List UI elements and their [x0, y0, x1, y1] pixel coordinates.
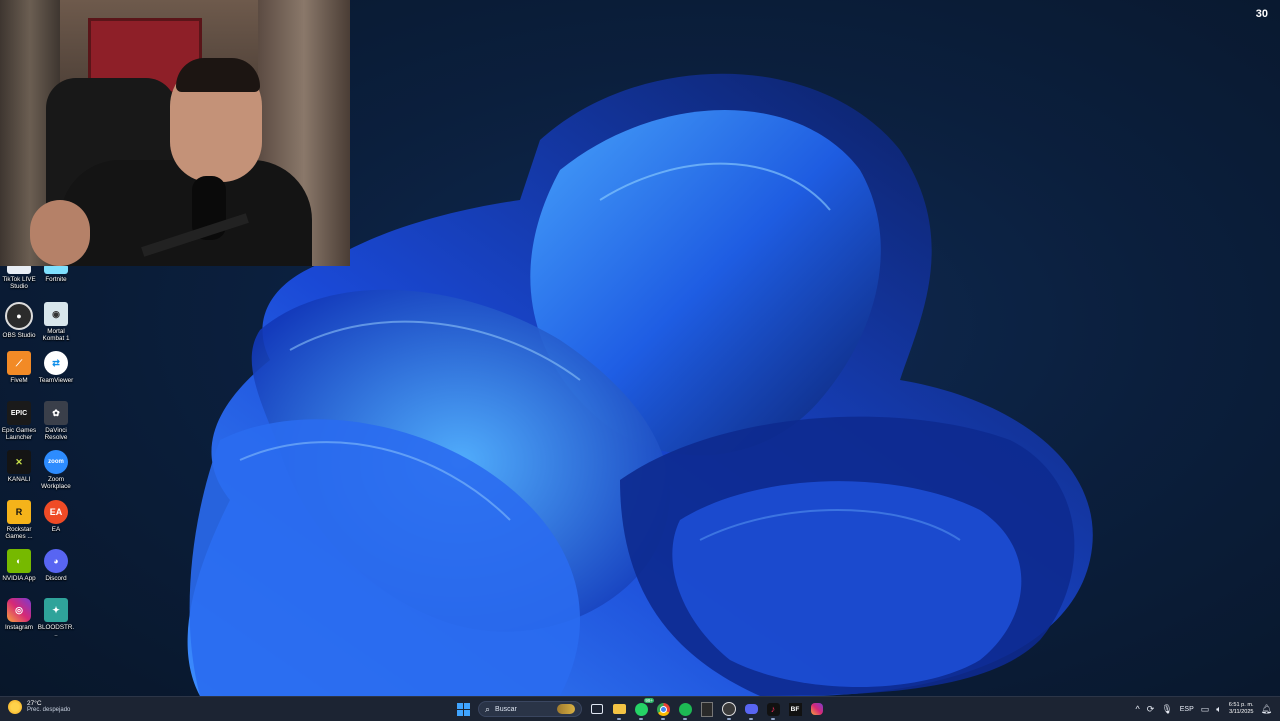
desktop-icon-kanali[interactable]: ✕ KANALI: [0, 450, 38, 483]
taskbar: 27°C Prec. despejado ⌕ Buscar 99+ ♪ BF ^…: [0, 696, 1280, 721]
desktop-icon-label: Instagram: [5, 624, 33, 631]
taskbar-clock[interactable]: 6:51 p. m. 3/11/2025: [1229, 702, 1254, 716]
microphone-icon[interactable]: 🎙︎: [1161, 704, 1172, 715]
search-highlight-icon: [557, 704, 575, 714]
windows-logo-icon: [456, 702, 470, 716]
taskbar-search-box[interactable]: ⌕ Buscar: [478, 701, 582, 717]
zoom-icon: zoom: [44, 450, 68, 474]
desktop-icon-rockstar-games[interactable]: R Rockstar Games ...: [0, 500, 38, 541]
taskbar-app-epic-games[interactable]: [698, 700, 716, 718]
discord-icon: [744, 704, 758, 714]
desktop-icon-teamviewer[interactable]: ⇄ TeamViewer: [37, 351, 75, 384]
chevron-up-icon[interactable]: ^: [1136, 704, 1140, 714]
spotify-icon: [678, 702, 692, 716]
notification-bell-icon[interactable]: 🔔︎: [1261, 704, 1272, 715]
kanali-icon: ✕: [7, 450, 31, 474]
webcam-person-body: [60, 160, 312, 266]
chrome-icon: [656, 702, 670, 716]
taskbar-app-obs[interactable]: [720, 700, 738, 720]
language-indicator[interactable]: ESP: [1180, 706, 1194, 713]
bloodstrike-icon: ✦: [44, 598, 68, 622]
ea-icon: EA: [44, 500, 68, 524]
desktop-icon-fortnite[interactable]: Fortnite: [37, 264, 75, 283]
desktop-icon-nvidia-app[interactable]: ◐ NVIDIA App: [0, 549, 38, 582]
desktop-icon-zoom-workplace[interactable]: zoom Zoom Workplace: [37, 450, 75, 491]
system-tray: ^ ⟳ 🎙︎ ESP ▭ 🔈︎ 6:51 p. m. 3/11/2025 🔔︎: [1136, 700, 1272, 718]
taskbar-app-instagram[interactable]: [808, 700, 826, 718]
sync-icon[interactable]: ⟳: [1147, 704, 1155, 715]
desktop-icon-label: Epic Games Launcher: [1, 427, 37, 442]
desktop-icon-label: TeamViewer: [38, 377, 74, 384]
task-view-button[interactable]: [588, 700, 606, 718]
taskbar-app-chrome[interactable]: [654, 700, 672, 720]
desktop-icon-label: Rockstar Games ...: [5, 526, 33, 541]
volume-icon[interactable]: 🔈︎: [1216, 704, 1221, 715]
desktop-icon-bloodstrike[interactable]: ✦ BLOODSTR...: [37, 598, 75, 639]
obs-icon: ●: [5, 302, 33, 330]
start-button[interactable]: [454, 700, 472, 718]
obs-icon: [722, 702, 736, 716]
taskbar-app-discord[interactable]: [742, 700, 760, 720]
desktop-icon-label: OBS Studio: [2, 332, 36, 339]
whatsapp-icon: [634, 702, 648, 716]
fivem-icon: ⟋: [7, 351, 31, 375]
desktop-icon-label: Fortnite: [45, 276, 67, 283]
webcam-person-arm: [30, 200, 90, 266]
desktop-icon-label: TikTok LIVE Studio: [2, 276, 36, 291]
desktop-icon-label: FiveM: [10, 377, 28, 384]
instagram-icon: ◎: [7, 598, 31, 622]
task-view-icon: [591, 704, 603, 714]
taskbar-center: ⌕ Buscar 99+ ♪ BF: [454, 698, 826, 720]
desktop-icon-ea[interactable]: EA EA: [37, 500, 75, 533]
weather-temperature: 27°C: [27, 700, 42, 707]
desktop-icon-label: EA: [51, 526, 61, 533]
epic-games-icon: [701, 701, 713, 717]
desktop-icon-fivem[interactable]: ⟋ FiveM: [0, 351, 38, 384]
discord-icon: ◕: [44, 549, 68, 573]
taskbar-app-tiktok[interactable]: ♪: [764, 700, 782, 720]
desktop-icon-epic-games-launcher[interactable]: EPIC Epic Games Launcher: [0, 401, 38, 442]
weather-sun-icon: [8, 700, 22, 714]
desktop-icon-obs-studio[interactable]: ● OBS Studio: [0, 302, 38, 339]
desktop-icon-label: Zoom Workplace: [41, 476, 71, 491]
rockstar-icon: R: [7, 500, 31, 524]
desktop-icon-label: KANALI: [7, 476, 31, 483]
bf-icon: BF: [788, 702, 802, 716]
webcam-person-hair: [176, 58, 260, 92]
desktop-icon-label: NVIDIA App: [2, 575, 36, 582]
taskbar-app-whatsapp[interactable]: 99+: [632, 698, 654, 720]
desktop-icon-discord[interactable]: ◕ Discord: [37, 549, 75, 582]
taskbar-app-spotify[interactable]: [676, 700, 694, 720]
taskbar-app-bf[interactable]: BF: [786, 700, 804, 718]
davinci-resolve-icon: ✿: [44, 401, 68, 425]
tiktok-icon: ♪: [766, 702, 780, 716]
desktop-icon-davinci-resolve[interactable]: ✿ DaVinci Resolve: [37, 401, 75, 442]
weather-widget[interactable]: 27°C Prec. despejado: [8, 700, 70, 714]
fps-counter: 30: [1255, 8, 1268, 20]
nvidia-icon: ◐: [7, 549, 31, 573]
clock-time: 6:51 p. m.: [1228, 702, 1254, 708]
desktop-icon-mortal-kombat-1[interactable]: ◉ Mortal Kombat 1: [37, 302, 75, 343]
desktop-icon-label: BLOODSTR...: [37, 624, 75, 639]
search-icon: ⌕: [485, 703, 491, 714]
desktop-icon-label: Mortal Kombat 1: [42, 328, 70, 343]
desktop-icon-label: Discord: [45, 575, 67, 582]
desktop-icon-instagram[interactable]: ◎ Instagram: [0, 598, 38, 631]
file-explorer-icon: [612, 704, 626, 714]
desktop-icon-tiktok-live-studio[interactable]: TikTok LIVE Studio: [0, 264, 38, 291]
desktop-icon-label: DaVinci Resolve: [44, 427, 68, 442]
webcam-overlay: [0, 0, 350, 266]
search-placeholder: Buscar: [495, 705, 517, 713]
weather-description: Prec. despejado: [27, 707, 71, 713]
epic-games-icon: EPIC: [7, 401, 31, 425]
teamviewer-icon: ⇄: [44, 351, 68, 375]
mortal-kombat-icon: ◉: [44, 302, 68, 326]
taskbar-app-file-explorer[interactable]: [610, 700, 628, 720]
network-icon[interactable]: ▭: [1201, 704, 1210, 715]
instagram-icon: [811, 703, 823, 715]
clock-date: 3/11/2025: [1229, 709, 1254, 715]
whatsapp-badge: 99+: [644, 698, 654, 703]
